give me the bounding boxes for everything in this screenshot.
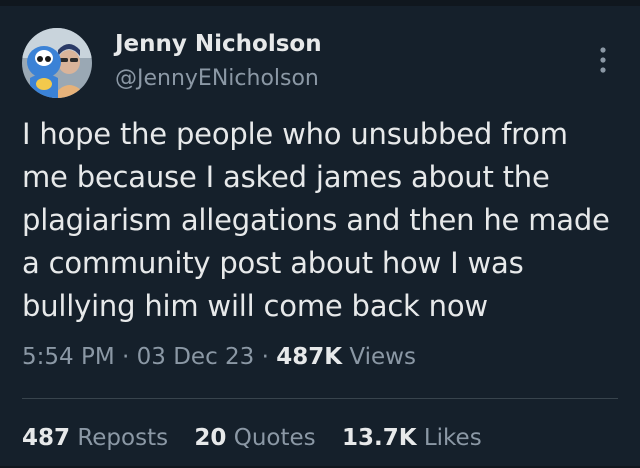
more-options-button[interactable]	[588, 40, 618, 80]
tweet-text-line: a community post about how I was	[22, 246, 524, 280]
quotes-stat[interactable]: 20 Quotes	[194, 425, 315, 451]
avatar[interactable]	[22, 28, 92, 98]
tweet-text-line: plagiarism allegations and then he made	[22, 203, 610, 237]
quotes-count: 20	[194, 425, 227, 451]
reposts-label: Reposts	[77, 425, 169, 451]
more-options-icon	[600, 47, 606, 73]
divider	[22, 398, 618, 399]
tweet-meta: 5:54 PM · 03 Dec 23 · 487K Views	[22, 344, 416, 370]
avatar-image	[22, 28, 92, 98]
tweet-text-line: I hope the people who unsubbed from	[22, 117, 568, 151]
reposts-stat[interactable]: 487 Reposts	[22, 425, 168, 451]
meta-separator: ·	[122, 344, 130, 370]
views-count[interactable]: 487K	[276, 344, 342, 370]
tweet-text-line: me because I asked james about the	[22, 160, 550, 194]
engagement-stats: 487 Reposts 20 Quotes 13.7K Likes	[22, 425, 482, 451]
tweet-date[interactable]: 03 Dec 23	[137, 344, 255, 370]
likes-label: Likes	[423, 425, 482, 451]
likes-count: 13.7K	[341, 425, 417, 451]
top-border	[0, 0, 640, 6]
tweet-text-line: bullying him will come back now	[22, 289, 488, 323]
tweet-text: I hope the people who unsubbed from me b…	[22, 113, 627, 328]
views-label: Views	[349, 344, 416, 370]
quotes-label: Quotes	[233, 425, 316, 451]
author-handle[interactable]: @JennyENicholson	[115, 66, 319, 91]
author-display-name[interactable]: Jenny Nicholson	[115, 31, 322, 57]
likes-stat[interactable]: 13.7K Likes	[342, 425, 482, 451]
meta-separator: ·	[261, 344, 269, 370]
reposts-count: 487	[22, 425, 71, 451]
tweet-time[interactable]: 5:54 PM	[22, 344, 115, 370]
